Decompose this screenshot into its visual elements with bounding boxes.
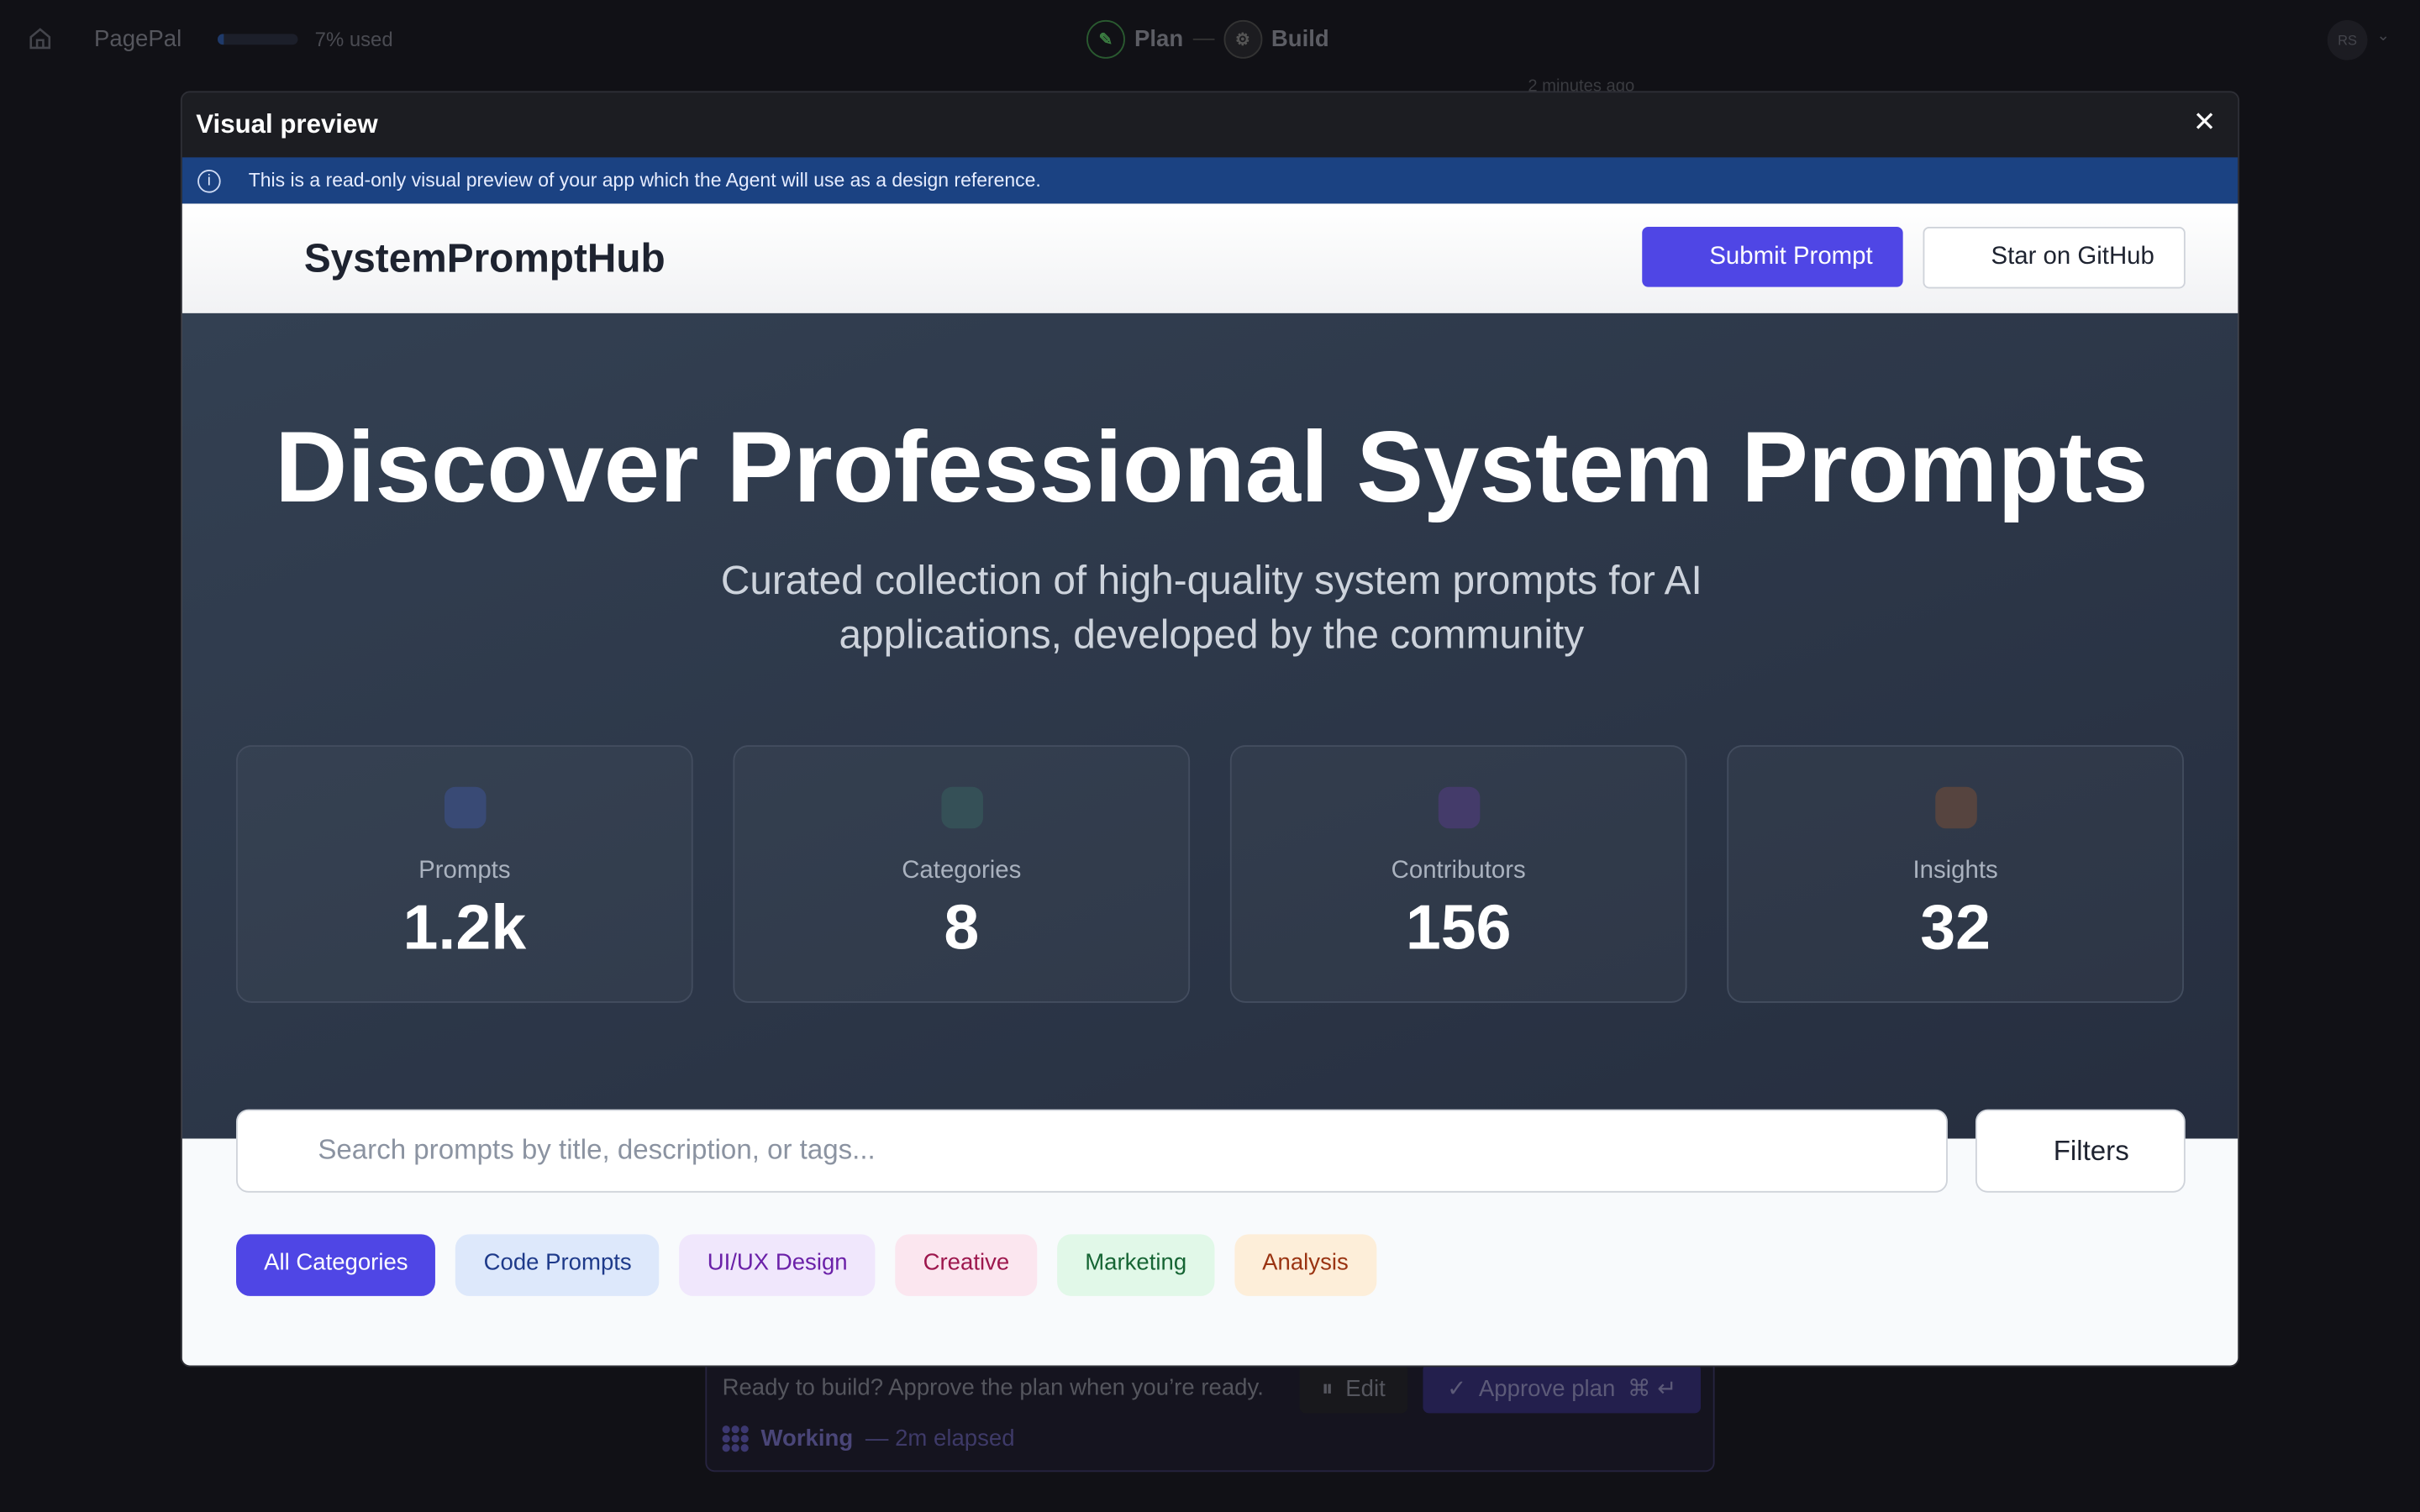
hero-subtitle: Curated collection of high-quality syste… — [720, 557, 1702, 658]
home-icon[interactable] — [26, 24, 54, 52]
app-logo[interactable]: SystemPromptHub — [304, 234, 666, 282]
stat-value: 1.2k — [402, 891, 527, 963]
category-chip[interactable]: Marketing — [1057, 1234, 1215, 1296]
star-github-button[interactable]: Star on GitHub — [1923, 226, 2186, 289]
stat-label: Insights — [1912, 858, 1998, 885]
info-icon: i — [197, 169, 221, 192]
usage-text: 7% used — [314, 28, 393, 51]
stat-value: 8 — [944, 891, 980, 963]
app-navbar: SystemPromptHub Submit Prompt Star on Gi… — [182, 203, 2238, 313]
stat-card: Prompts 1.2k — [236, 745, 693, 1003]
category-chip[interactable]: Analysis — [1234, 1234, 1376, 1296]
category-chip[interactable]: Creative — [895, 1234, 1038, 1296]
gear-icon: ⚙ — [1223, 19, 1262, 59]
avatar[interactable]: RS — [2327, 19, 2368, 60]
working-label: Working — [760, 1425, 854, 1452]
usage-bar — [217, 34, 298, 45]
stat-value: 156 — [1405, 891, 1512, 963]
info-banner: i This is a read-only visual preview of … — [182, 157, 2238, 204]
stat-icon — [1438, 786, 1481, 829]
stat-card: Insights 32 — [1727, 745, 2184, 1003]
close-icon[interactable]: ✕ — [2193, 107, 2217, 139]
stat-icon — [941, 786, 983, 829]
mode-switch: ✎ Plan ⚙ Build — [1086, 19, 1329, 59]
category-chips: All Categories Code Prompts UI/UX Design Cr… — [236, 1234, 1376, 1296]
category-chip[interactable]: All Categories — [236, 1234, 436, 1296]
info-text: This is a read-only visual preview of yo… — [248, 170, 1041, 192]
modal-title: Visual preview — [196, 109, 378, 139]
stat-label: Contributors — [1391, 858, 1526, 885]
plan-message: Ready to build? Approve the plan when yo… — [722, 1374, 1264, 1401]
spinner-icon — [722, 1425, 749, 1452]
category-chip[interactable]: UI/UX Design — [679, 1234, 876, 1296]
filters-button[interactable]: Filters — [1975, 1109, 2186, 1193]
edit-label: Edit — [1345, 1375, 1386, 1402]
shortcut-hint: ⌘ ↵ — [1628, 1376, 1677, 1403]
search-input[interactable] — [318, 1133, 1862, 1167]
mode-build[interactable]: Build — [1271, 26, 1329, 52]
stat-card: Contributors 156 — [1229, 745, 1687, 1003]
submit-prompt-button[interactable]: Submit Prompt — [1642, 226, 1903, 287]
chevron-down-icon[interactable]: ⌄ — [2377, 28, 2390, 45]
plan-panel: Ready to build? Approve the plan when yo… — [705, 1350, 1715, 1473]
hero-title: Discover Professional System Prompts — [275, 410, 2149, 523]
mode-plan[interactable]: Plan — [1134, 26, 1183, 52]
category-chip[interactable]: Code Prompts — [455, 1234, 660, 1296]
stat-icon — [444, 786, 487, 829]
working-status: Working — 2m elapsed — [722, 1425, 1015, 1452]
elapsed-label: — 2m elapsed — [865, 1425, 1015, 1452]
check-icon: ✓ — [1447, 1376, 1467, 1403]
stat-icon — [1935, 786, 1977, 829]
visual-preview-modal: Visual preview ✕ i This is a read-only v… — [180, 91, 2240, 1368]
stats-row: Prompts 1.2k Categories 8 Contributors 156 Ins… — [236, 745, 2184, 1003]
search-box[interactable] — [236, 1109, 1948, 1193]
edit-icon: ✎ — [1086, 19, 1125, 59]
approve-plan-button[interactable]: ✓ Approve plan ⌘ ↵ — [1423, 1363, 1702, 1414]
app-brand: PagePal — [94, 26, 182, 53]
hero-section: Discover Professional System Prompts Cur… — [182, 312, 2238, 1139]
stat-label: Categories — [902, 858, 1022, 885]
stat-value: 32 — [1920, 891, 1991, 963]
stat-card: Categories 8 — [733, 745, 1191, 1003]
stat-label: Prompts — [418, 858, 511, 885]
top-bar: PagePal 7% used ✎ Plan ⚙ Build 2 minutes… — [0, 0, 2420, 96]
approve-label: Approve plan — [1478, 1375, 1616, 1402]
edit-button[interactable]: ⏸ Edit — [1299, 1363, 1408, 1414]
pause-icon: ⏸ — [1321, 1375, 1334, 1402]
app-preview: SystemPromptHub Submit Prompt Star on Gi… — [182, 203, 2238, 1366]
